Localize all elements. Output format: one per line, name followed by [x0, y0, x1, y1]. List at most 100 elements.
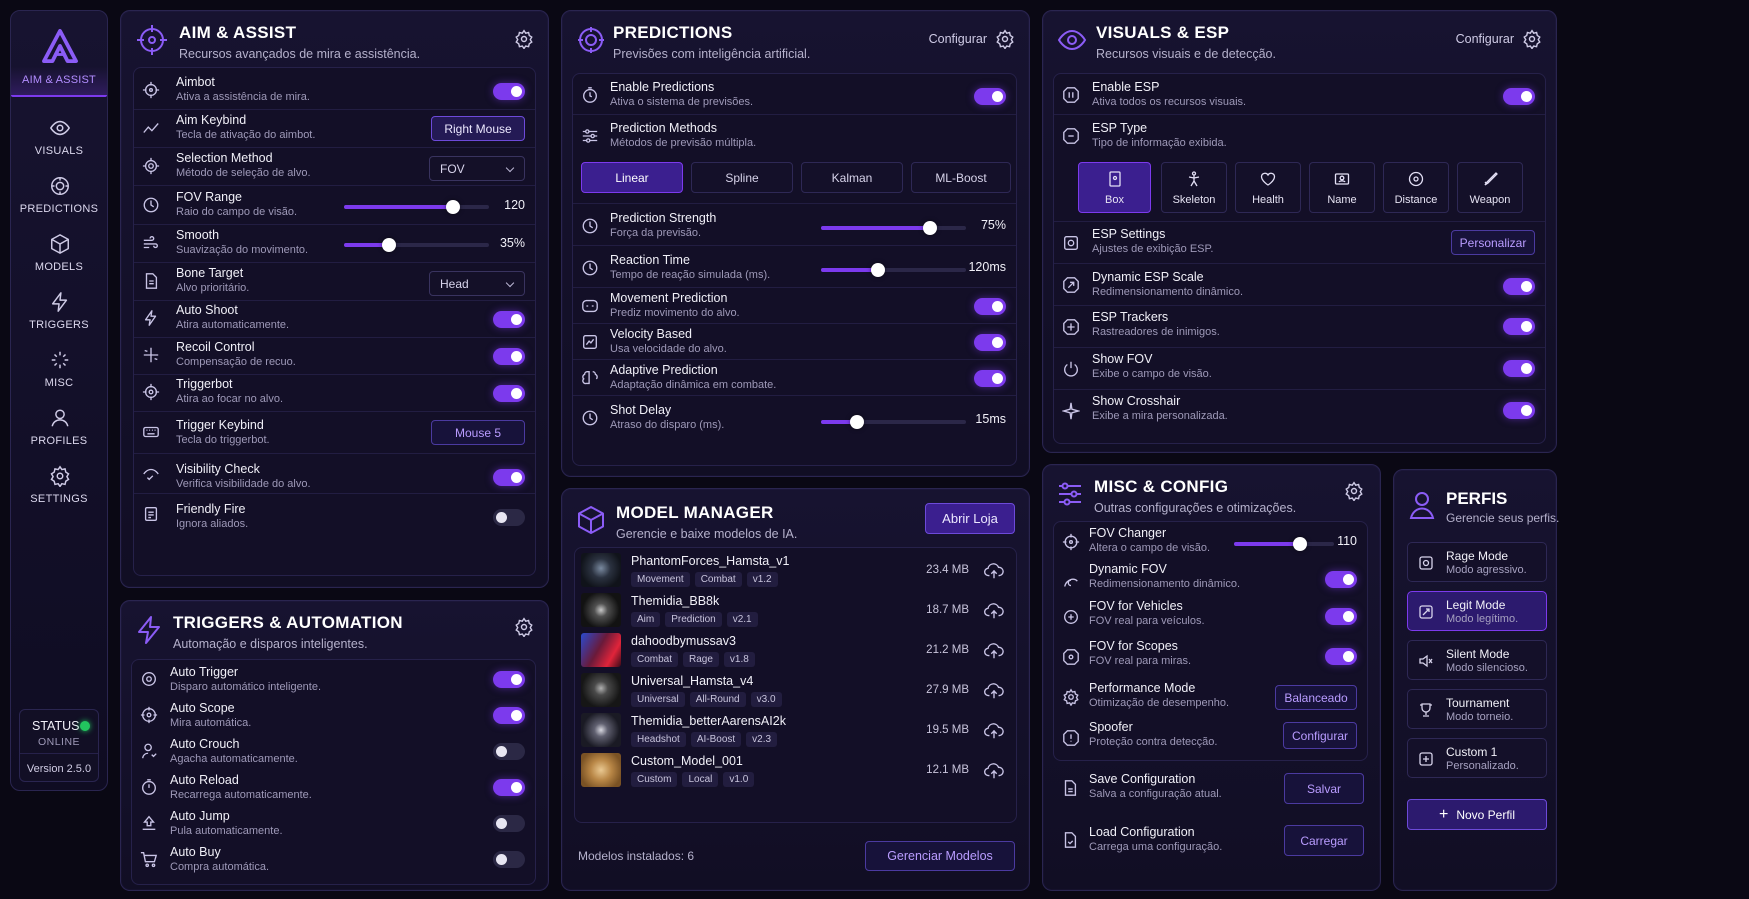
shot-delay-slider[interactable] — [821, 415, 966, 429]
profile-custom-1[interactable]: Custom 1 Personalizado. — [1407, 738, 1547, 778]
visibility-check-toggle[interactable] — [493, 469, 525, 486]
model-thumbnail — [581, 593, 621, 627]
load-button[interactable]: Carregar — [1284, 825, 1364, 856]
save-button[interactable]: Salvar — [1284, 773, 1364, 804]
sidebar-item-misc[interactable]: MISC — [11, 343, 107, 399]
gear-icon[interactable] — [995, 29, 1015, 49]
auto-trigger-row: Auto Trigger Disparo automático inteligen… — [132, 660, 535, 696]
recoil-control-toggle[interactable] — [493, 348, 525, 365]
velocity-icon — [581, 333, 599, 351]
sidebar-item-aim-assist[interactable]: AIM & ASSIST — [11, 67, 107, 97]
prediction-strength-slider[interactable] — [821, 221, 966, 235]
page-title: PERFIS — [1446, 489, 1508, 508]
auto-reload-toggle[interactable] — [493, 779, 525, 796]
auto-trigger-toggle[interactable] — [493, 671, 525, 688]
sidebar-item-models[interactable]: MODELS — [11, 227, 107, 283]
sidebar-item-profiles[interactable]: PROFILES — [11, 401, 107, 457]
bolt-icon — [135, 615, 163, 645]
method-spline-tab[interactable]: Spline — [691, 162, 793, 193]
triggerbot-row: Triggerbot Atira ao focar no alvo. — [134, 372, 535, 412]
rage-icon — [1418, 555, 1434, 571]
model-thumbnail — [581, 673, 621, 707]
dynamic-esp-scale-toggle[interactable] — [1503, 278, 1535, 295]
esp-type-skeleton-tab[interactable]: Skeleton — [1161, 162, 1227, 213]
auto-jump-toggle[interactable] — [493, 815, 525, 832]
cloud-download-icon[interactable] — [984, 682, 1004, 700]
gear-icon[interactable] — [1344, 481, 1364, 501]
sidebar-item-settings[interactable]: SETTINGS — [11, 459, 107, 515]
auto-buy-toggle[interactable] — [493, 851, 525, 868]
triggerbot-toggle[interactable] — [493, 385, 525, 402]
movement-prediction-toggle[interactable] — [974, 298, 1006, 315]
list-item[interactable]: Themidia_BB8k Aim Prediction v2.1 18.7 MB — [575, 591, 1016, 631]
dynamic-fov-toggle[interactable] — [1325, 571, 1357, 588]
brain-icon — [576, 25, 606, 55]
gear-icon[interactable] — [1522, 29, 1542, 49]
smooth-slider[interactable] — [344, 238, 489, 252]
esp-trackers-toggle[interactable] — [1503, 318, 1535, 335]
cloud-download-icon[interactable] — [984, 722, 1004, 740]
spoofer-configure-button[interactable]: Configurar — [1283, 722, 1357, 749]
esp-type-box-tab[interactable]: Box — [1078, 162, 1151, 213]
fov-scopes-toggle[interactable] — [1325, 648, 1357, 665]
profile-rage-mode[interactable]: Rage Mode Modo agressivo. — [1407, 542, 1547, 582]
method-kalman-tab[interactable]: Kalman — [801, 162, 903, 193]
shot-delay-value: 15ms — [975, 412, 1006, 426]
cloud-download-icon[interactable] — [984, 642, 1004, 660]
profile-legit-mode[interactable]: Legit Mode Modo legítimo. — [1407, 591, 1547, 631]
sidebar-item-triggers[interactable]: TRIGGERS — [11, 285, 107, 341]
esp-type-weapon-tab[interactable]: Weapon — [1457, 162, 1523, 213]
gear-icon[interactable] — [514, 29, 534, 49]
friendly-fire-toggle[interactable] — [493, 509, 525, 526]
list-item[interactable]: Themidia_betterAarensAI2k Headshot AI-Boo… — [575, 711, 1016, 751]
show-crosshair-toggle[interactable] — [1503, 402, 1535, 419]
sidebar-item-predictions[interactable]: PREDICTIONS — [11, 169, 107, 225]
chart-line-icon — [142, 119, 160, 137]
friendly-fire-row: Friendly Fire Ignora aliados. — [134, 494, 535, 534]
profile-tournament[interactable]: Tournament Modo torneio. — [1407, 689, 1547, 729]
bone-target-select[interactable]: Head — [429, 271, 525, 296]
new-profile-button[interactable]: + Novo Perfil — [1407, 799, 1547, 830]
list-item[interactable]: dahoodbymussav3 Combat Rage v1.8 21.2 MB — [575, 631, 1016, 671]
method-linear-tab[interactable]: Linear — [581, 162, 683, 193]
show-crosshair-row: Show Crosshair Exibe a mira personalizada… — [1054, 390, 1545, 432]
show-fov-toggle[interactable] — [1503, 360, 1535, 377]
list-item[interactable]: Universal_Hamsta_v4 Universal All-Round v3… — [575, 671, 1016, 711]
fov-changer-slider[interactable] — [1234, 537, 1334, 551]
performance-mode-button[interactable]: Balanceado — [1275, 685, 1357, 710]
customize-button[interactable]: Personalizar — [1451, 230, 1535, 255]
power-icon — [1062, 360, 1080, 378]
list-item[interactable]: PhantomForces_Hamsta_v1 Movement Combat v1… — [575, 551, 1016, 591]
cloud-download-icon[interactable] — [984, 562, 1004, 580]
adaptive-prediction-toggle[interactable] — [974, 370, 1006, 387]
velocity-based-toggle[interactable] — [974, 334, 1006, 351]
aimbot-toggle[interactable] — [493, 83, 525, 100]
load-configuration-row: Load Configuration Carrega uma configuraç… — [1053, 817, 1368, 863]
trigger-keybind-button[interactable]: Mouse 5 — [431, 420, 525, 445]
method-ml-boost-tab[interactable]: ML-Boost — [911, 162, 1011, 193]
fov-vehicles-toggle[interactable] — [1325, 608, 1357, 625]
enable-esp-toggle[interactable] — [1503, 88, 1535, 105]
esp-type-health-tab[interactable]: Health — [1235, 162, 1301, 213]
selection-method-select[interactable]: FOV — [429, 156, 525, 181]
auto-scope-toggle[interactable] — [493, 707, 525, 724]
cloud-download-icon[interactable] — [984, 762, 1004, 780]
enable-predictions-toggle[interactable] — [974, 88, 1006, 105]
aim-keybind-button[interactable]: Right Mouse — [431, 116, 525, 141]
auto-shoot-toggle[interactable] — [493, 311, 525, 328]
cloud-download-icon[interactable] — [984, 602, 1004, 620]
configure-link[interactable]: Configurar — [929, 32, 987, 46]
configure-link[interactable]: Configurar — [1456, 32, 1514, 46]
manage-models-button[interactable]: Gerenciar Modelos — [865, 841, 1015, 871]
gear-icon[interactable] — [514, 617, 534, 637]
reaction-time-slider[interactable] — [821, 263, 966, 277]
profile-silent-mode[interactable]: Silent Mode Modo silencioso. — [1407, 640, 1547, 680]
auto-crouch-toggle[interactable] — [493, 743, 525, 760]
esp-type-name-tab[interactable]: Name — [1309, 162, 1375, 213]
brand-logo-icon — [41, 29, 79, 63]
esp-type-distance-tab[interactable]: Distance — [1383, 162, 1449, 213]
open-store-button[interactable]: Abrir Loja — [925, 503, 1015, 534]
fov-range-slider[interactable] — [344, 200, 489, 214]
sidebar-item-visuals[interactable]: VISUALS — [11, 111, 107, 167]
list-item[interactable]: Custom_Model_001 Custom Local v1.0 12.1 MB — [575, 751, 1016, 791]
